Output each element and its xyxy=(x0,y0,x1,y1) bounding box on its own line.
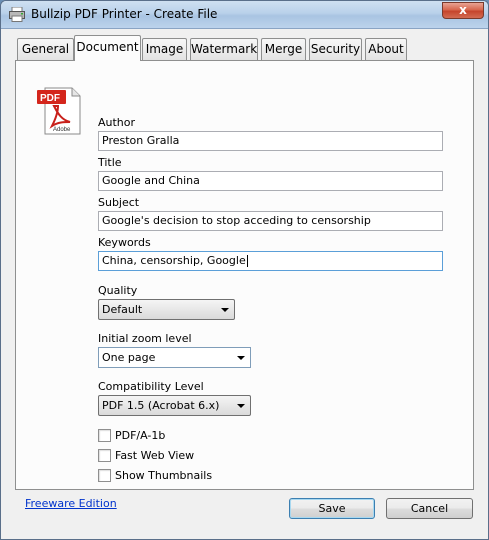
document-tab-panel: PDF Adobe Author Preston Gralla Title Go… xyxy=(15,60,474,490)
tab-image[interactable]: Image xyxy=(142,38,187,60)
keywords-input[interactable]: China, censorship, Google xyxy=(98,251,443,271)
show-thumbnails-checkbox[interactable]: Show Thumbnails xyxy=(98,468,218,484)
checkbox-box xyxy=(98,469,111,482)
title-bar[interactable]: Bullzip PDF Printer - Create File x xyxy=(1,1,488,29)
tab-document[interactable]: Document xyxy=(74,35,141,61)
window-title: Bullzip PDF Printer - Create File xyxy=(31,7,218,21)
cancel-button[interactable]: Cancel xyxy=(386,498,473,519)
chevron-down-icon xyxy=(221,308,229,312)
fast-web-view-checkbox[interactable]: Fast Web View xyxy=(98,448,208,464)
save-button[interactable]: Save xyxy=(289,498,375,519)
zoom-dropdown[interactable]: One page xyxy=(98,347,251,368)
text-caret xyxy=(246,255,248,267)
keywords-label: Keywords xyxy=(98,236,151,249)
tab-about[interactable]: About xyxy=(365,38,407,60)
adobe-caption: Adobe xyxy=(53,127,71,133)
subject-input[interactable]: Google's decision to stop acceding to ce… xyxy=(98,211,443,231)
tab-merge[interactable]: Merge xyxy=(261,38,306,60)
chevron-down-icon xyxy=(237,356,245,360)
client-area: General Document Image Watermark Merge S… xyxy=(5,30,484,536)
printer-icon xyxy=(9,7,25,22)
checkbox-box xyxy=(98,429,111,442)
quality-dropdown[interactable]: Default xyxy=(98,299,235,320)
tab-watermark[interactable]: Watermark xyxy=(190,38,258,60)
title-input[interactable]: Google and China xyxy=(98,171,443,191)
freeware-edition-link[interactable]: Freeware Edition xyxy=(25,497,117,510)
title-label: Title xyxy=(98,156,122,169)
compat-dropdown[interactable]: PDF 1.5 (Acrobat 6.x) xyxy=(98,395,251,416)
dialog-window: Bullzip PDF Printer - Create File x Gene… xyxy=(0,0,489,540)
zoom-label: Initial zoom level xyxy=(98,332,192,345)
pdf-badge-text: PDF xyxy=(40,93,60,104)
chevron-down-icon xyxy=(237,404,245,408)
author-label: Author xyxy=(98,116,136,129)
tab-general[interactable]: General xyxy=(17,38,74,60)
subject-label: Subject xyxy=(98,196,140,209)
pdfa-checkbox[interactable]: PDF/A-1b xyxy=(98,428,188,444)
close-button[interactable]: x xyxy=(442,2,484,19)
quality-label: Quality xyxy=(98,284,138,297)
author-input[interactable]: Preston Gralla xyxy=(98,131,443,151)
compat-label: Compatibility Level xyxy=(98,380,204,393)
tab-security[interactable]: Security xyxy=(309,38,362,60)
pdf-adobe-icon: PDF Adobe xyxy=(37,87,81,135)
checkbox-box xyxy=(98,449,111,462)
close-icon: x xyxy=(459,3,467,17)
